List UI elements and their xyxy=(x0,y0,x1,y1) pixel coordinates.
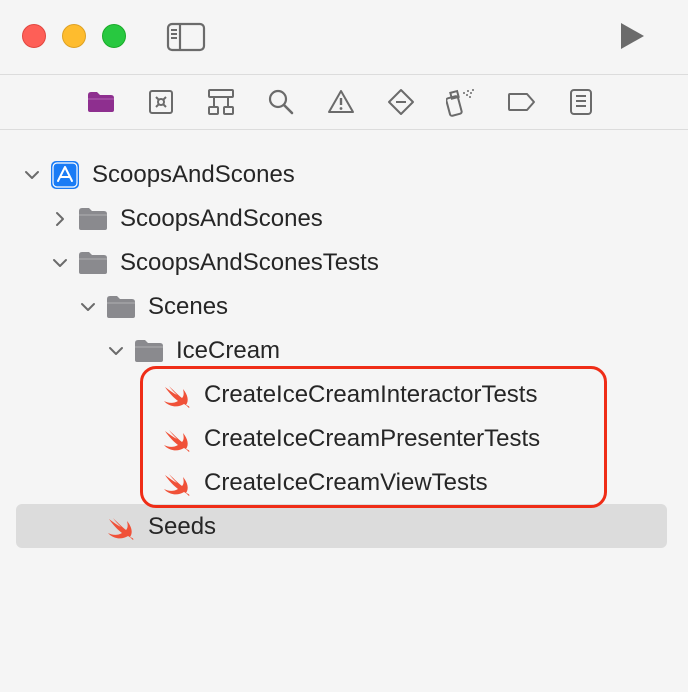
play-icon xyxy=(621,23,644,49)
minimize-window-button[interactable] xyxy=(62,24,86,48)
test-diamond-icon xyxy=(388,89,414,115)
navigator-bar-divider xyxy=(0,129,688,130)
tree-row-label: IceCream xyxy=(176,337,281,364)
tree-row-label: ScoopsAndScones xyxy=(120,205,323,232)
tree-row-label: Seeds xyxy=(148,513,217,540)
swift-file-icon xyxy=(108,518,134,540)
sidebar-icon xyxy=(166,22,206,52)
tab-issue-navigator[interactable] xyxy=(326,87,356,117)
spray-icon xyxy=(446,89,474,117)
annotation-highlight-box xyxy=(140,366,607,508)
tree-row-swift-file-selected[interactable]: Seeds xyxy=(0,505,688,549)
folder-icon xyxy=(135,340,163,362)
source-control-icon xyxy=(149,90,173,114)
chevron-down-icon[interactable] xyxy=(108,343,124,359)
tree-row-folder[interactable]: ScoopsAndScones xyxy=(0,197,688,241)
tree-row-folder[interactable]: Scenes xyxy=(0,285,688,329)
chevron-down-icon[interactable] xyxy=(52,255,68,271)
tab-test-navigator[interactable] xyxy=(386,87,416,117)
tab-source-control-navigator[interactable] xyxy=(146,87,176,117)
tree-row-label: Scenes xyxy=(148,293,229,320)
folder-icon xyxy=(107,296,135,318)
zoom-window-button[interactable] xyxy=(102,24,126,48)
tab-find-navigator[interactable] xyxy=(266,87,296,117)
sidebar-toggle-button[interactable] xyxy=(166,22,206,52)
run-button[interactable] xyxy=(616,20,648,52)
chevron-down-icon[interactable] xyxy=(80,299,96,315)
tree-row-project-root[interactable]: ScoopsAndScones xyxy=(0,153,688,197)
tab-breakpoint-navigator[interactable] xyxy=(506,87,536,117)
chevron-right-icon[interactable] xyxy=(52,211,68,227)
search-icon xyxy=(268,89,294,115)
chevron-down-icon[interactable] xyxy=(24,167,40,183)
tree-row-label: ScoopsAndSconesTests xyxy=(120,249,379,276)
app-project-icon xyxy=(51,161,79,189)
report-list-icon xyxy=(570,89,592,115)
folder-icon xyxy=(79,208,107,230)
tree-row-folder[interactable]: ScoopsAndSconesTests xyxy=(0,241,688,285)
tree-row-label: ScoopsAndScones xyxy=(92,161,295,188)
window-titlebar xyxy=(0,0,688,74)
hierarchy-icon xyxy=(208,89,234,115)
tab-debug-navigator[interactable] xyxy=(446,87,476,117)
tab-report-navigator[interactable] xyxy=(566,87,596,117)
folder-icon xyxy=(79,252,107,274)
navigator-selector-bar xyxy=(0,75,688,129)
breakpoint-tag-icon xyxy=(508,93,535,111)
warning-icon xyxy=(328,90,354,113)
tab-symbol-navigator[interactable] xyxy=(206,87,236,117)
folder-icon xyxy=(88,92,114,112)
close-window-button[interactable] xyxy=(22,24,46,48)
tab-project-navigator[interactable] xyxy=(86,87,116,117)
